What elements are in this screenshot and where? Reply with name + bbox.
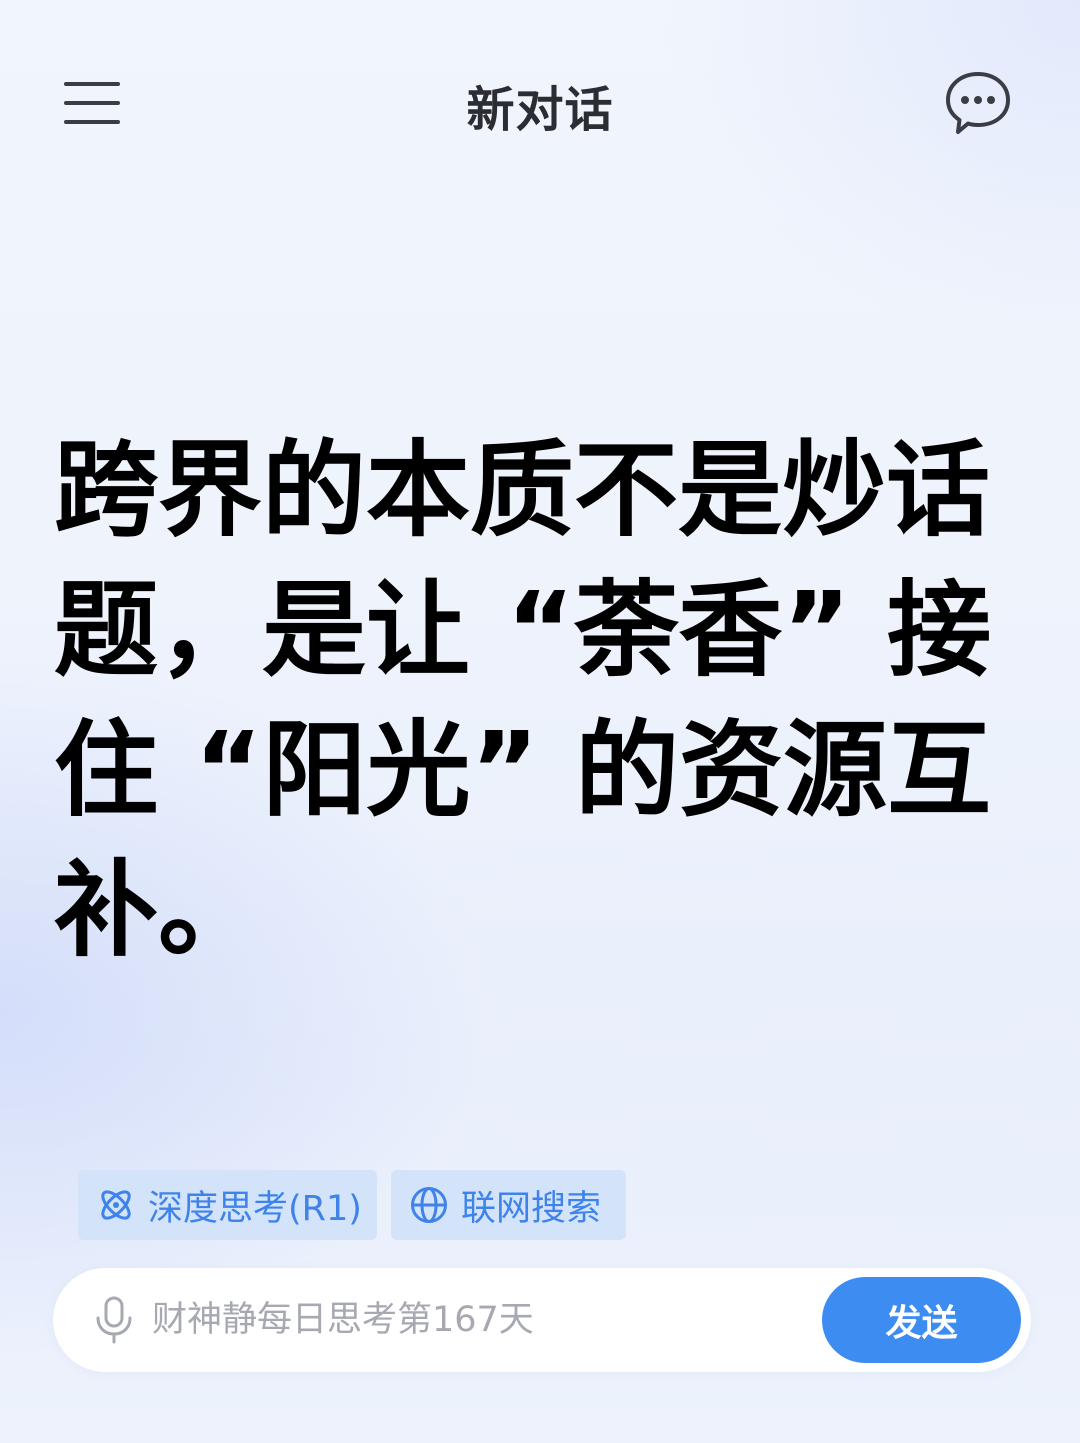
deep-think-label: 深度思考(R1) xyxy=(148,1188,362,1229)
main-quote: 跨界的本质不是炒话题，是让 “荼香” 接住 “阳光” 的资源互补。 xyxy=(54,429,992,971)
web-search-toggle[interactable]: 联网搜索 xyxy=(391,1170,626,1240)
microphone-icon[interactable] xyxy=(94,1296,134,1344)
hamburger-menu-icon[interactable] xyxy=(64,82,120,124)
deep-think-toggle[interactable]: 深度思考(R1) xyxy=(78,1170,377,1240)
page-title: 新对话 xyxy=(466,82,614,138)
atom-icon xyxy=(101,1190,131,1220)
message-input[interactable] xyxy=(152,1290,802,1350)
globe-icon xyxy=(411,1187,447,1223)
send-button[interactable]: 发送 xyxy=(822,1277,1021,1363)
top-bar: 新对话 xyxy=(0,0,1080,205)
web-search-label: 联网搜索 xyxy=(461,1188,602,1229)
chat-bubble-icon[interactable] xyxy=(944,70,1012,136)
